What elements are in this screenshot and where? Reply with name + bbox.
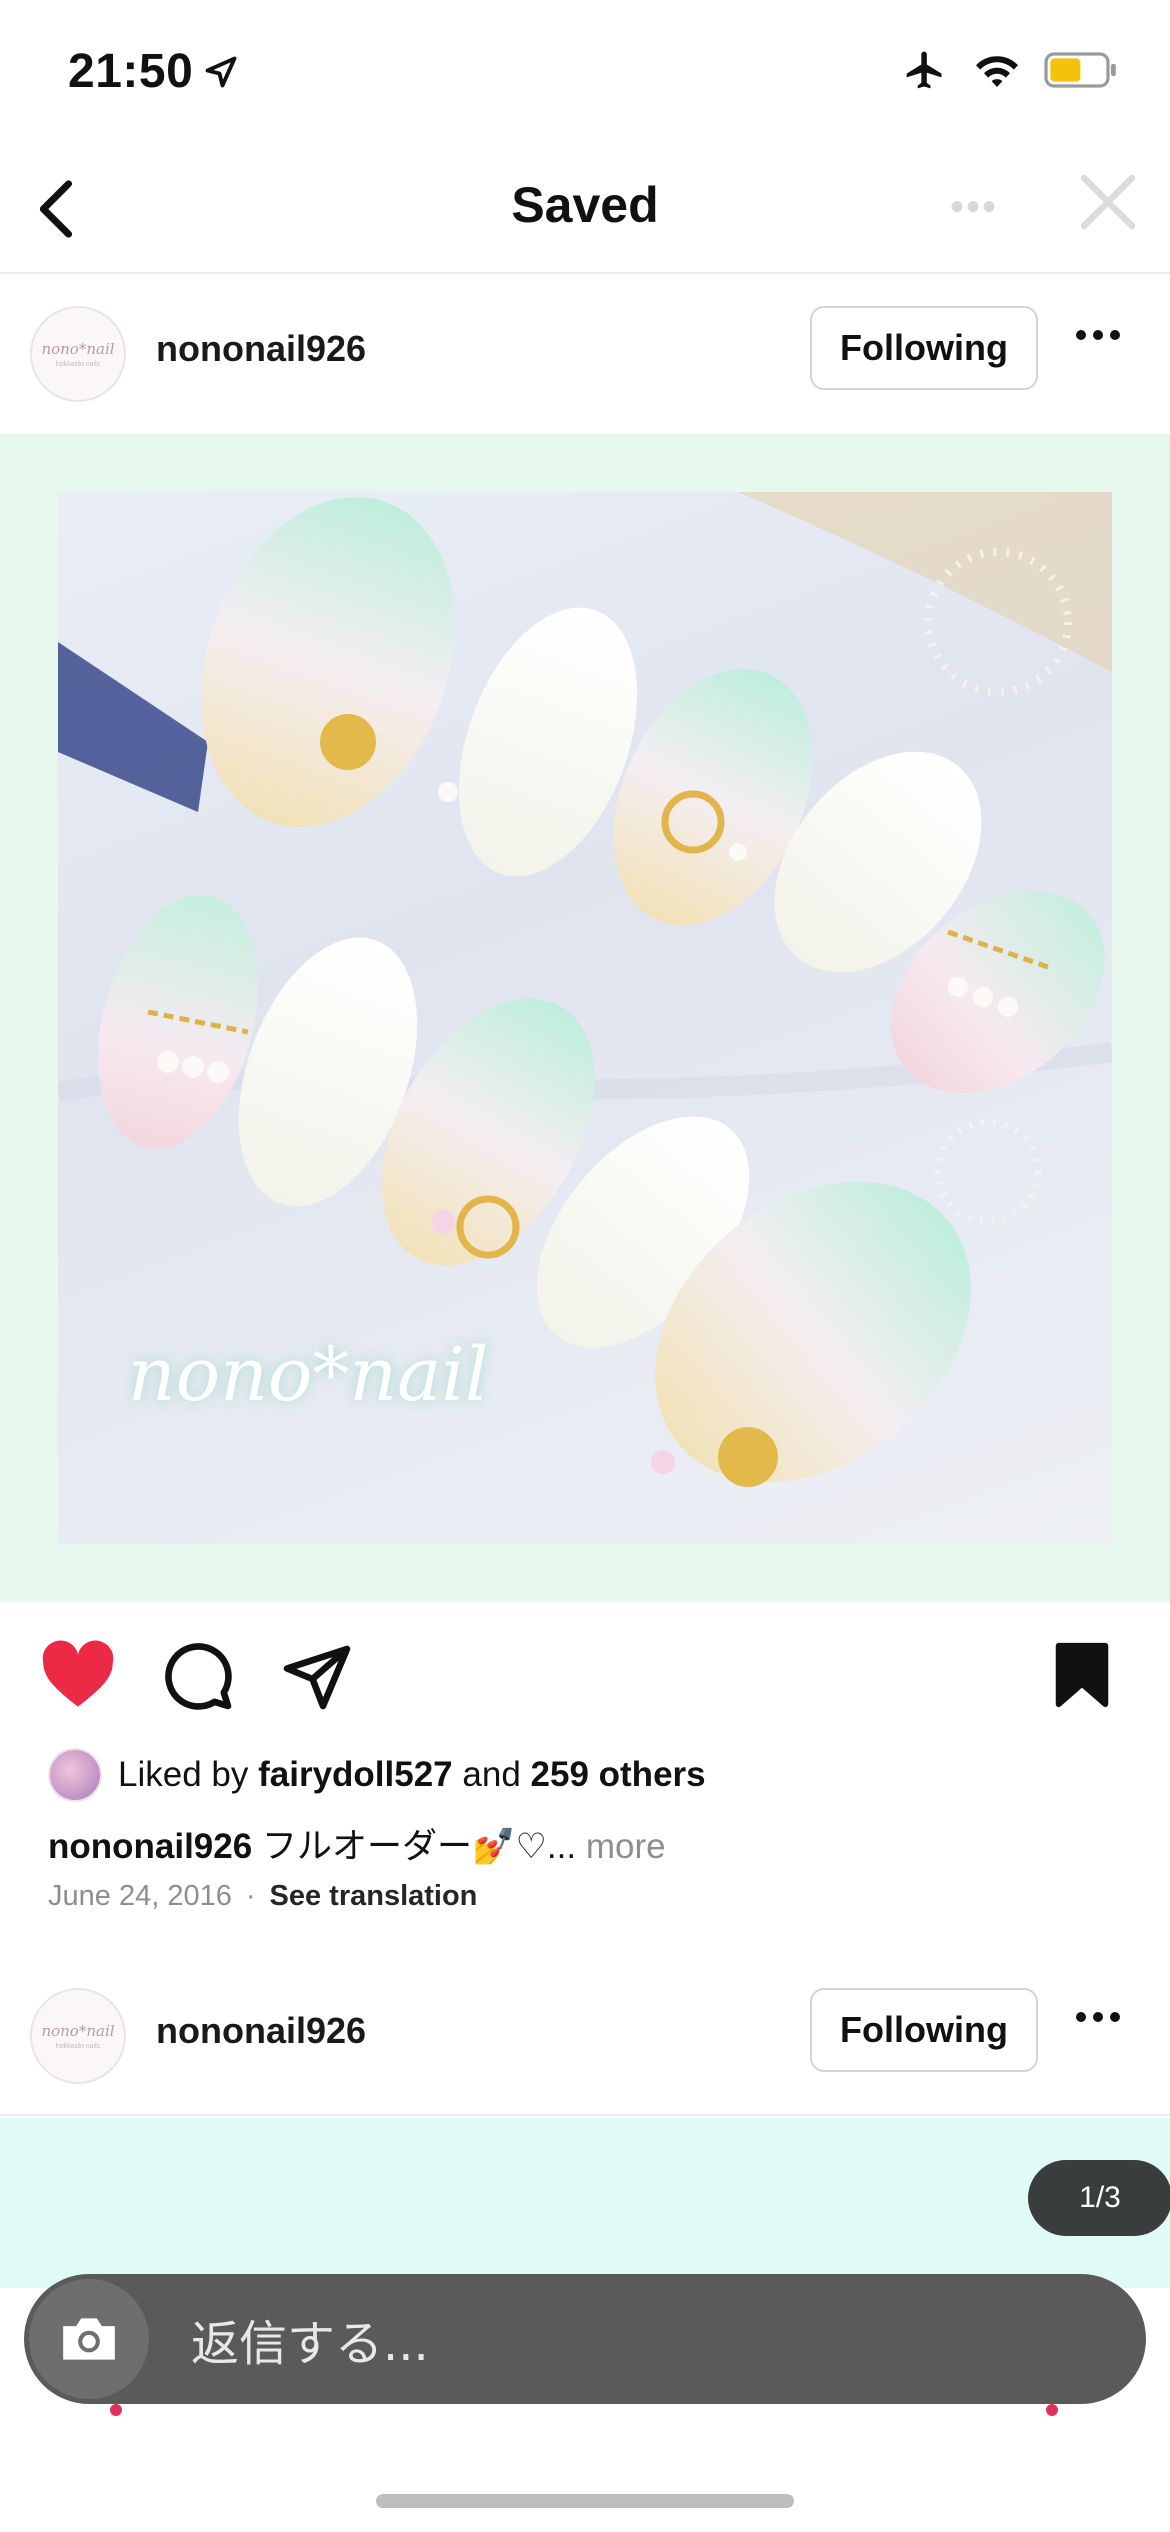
post-header: nono*nail hokkaido nails nononail926 Fol… (0, 1956, 1170, 2116)
reply-input[interactable]: 返信する... (191, 2304, 429, 2374)
liker-avatar (48, 1748, 102, 1802)
post-meta: June 24, 2016 · See translation (48, 1880, 477, 1913)
caption-more-link[interactable]: more (586, 1827, 666, 1866)
post-actions (0, 1630, 1170, 1730)
more-options-icon[interactable] (1076, 2012, 1120, 2022)
following-button[interactable]: Following (810, 1988, 1038, 2072)
liked-user[interactable]: fairydoll527 (258, 1755, 453, 1794)
faded-dots-icon: ••• (950, 185, 999, 229)
post-date: June 24, 2016 (48, 1880, 232, 1912)
liked-others[interactable]: 259 others (531, 1755, 706, 1794)
page-indicator: 1/3 (1028, 2160, 1170, 2236)
liked-by-text: Liked by fairydoll527 and 259 others (118, 1755, 706, 1795)
reply-bar[interactable]: 返信する... (24, 2274, 1146, 2404)
post-header: nono*nail hokkaido nails nononail926 Fol… (0, 274, 1170, 434)
wifi-icon (976, 56, 1018, 87)
caption-text: フルオーダー💅♡... (261, 1827, 577, 1866)
send-icon[interactable] (280, 1640, 354, 1712)
location-arrow-icon (205, 56, 237, 87)
avatar-logo-text: nono*nail (41, 340, 115, 358)
bookmark-icon[interactable] (1052, 1640, 1112, 1710)
avatar-sub-text: hokkaido nails (55, 361, 101, 368)
status-bar: 21:50 (0, 0, 1170, 140)
home-indicator[interactable] (376, 2494, 794, 2508)
likes-summary[interactable]: Liked by fairydoll527 and 259 others (48, 1748, 706, 1802)
username[interactable]: nononail926 (156, 2010, 366, 2052)
liked-and: and (462, 1755, 521, 1794)
close-icon[interactable] (1078, 172, 1138, 232)
avatar-sub-text: hokkaido nails (55, 2043, 101, 2050)
navigation-header: Saved ••• (0, 140, 1170, 274)
post-photo[interactable]: nono*nail (58, 492, 1112, 1544)
battery-icon (1044, 52, 1116, 88)
camera-button[interactable] (29, 2279, 149, 2399)
indicator-dot (110, 2404, 122, 2416)
more-options-icon[interactable] (1076, 330, 1120, 340)
following-button[interactable]: Following (810, 306, 1038, 390)
clock-label: 21:50 (68, 45, 194, 98)
caption-username[interactable]: nononail926 (48, 1827, 252, 1866)
username[interactable]: nononail926 (156, 328, 366, 370)
heart-icon[interactable] (40, 1640, 116, 1710)
comment-icon[interactable] (162, 1640, 234, 1712)
camera-icon (63, 2318, 115, 2360)
airplane-icon (906, 51, 942, 89)
see-translation-link[interactable]: See translation (270, 1880, 478, 1913)
avatar-logo-text: nono*nail (41, 2022, 115, 2040)
status-icons (900, 48, 1118, 92)
indicator-dot (1046, 2404, 1058, 2416)
meta-separator: · (245, 1880, 256, 1912)
post-image-preview[interactable] (0, 2118, 1170, 2288)
avatar[interactable]: nono*nail hokkaido nails (30, 306, 126, 402)
post-caption: nononail926 フルオーダー💅♡... more (48, 1818, 666, 1869)
image-watermark: nono*nail (128, 1332, 489, 1418)
avatar[interactable]: nono*nail hokkaido nails (30, 1988, 126, 2084)
liked-prefix: Liked by (118, 1755, 249, 1794)
status-time: 21:50 (68, 44, 239, 99)
